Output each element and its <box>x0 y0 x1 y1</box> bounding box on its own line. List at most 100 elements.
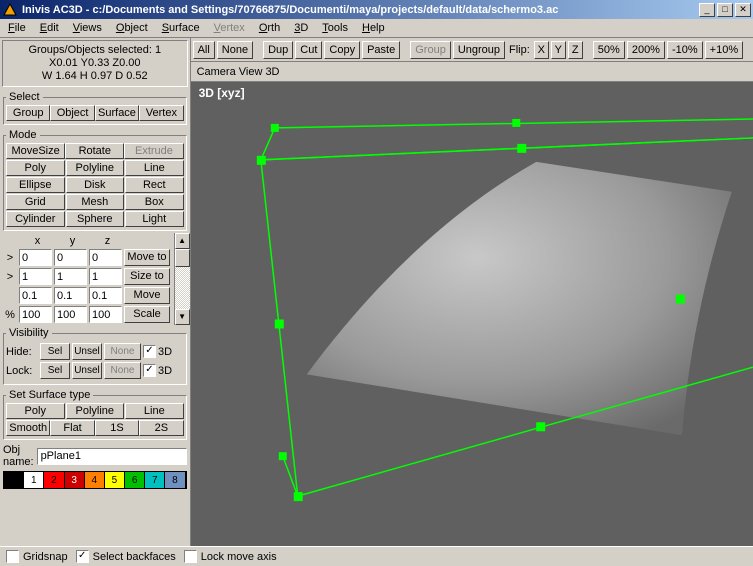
sst-smooth-button[interactable]: Smooth <box>6 420 50 436</box>
lockmove-toggle[interactable]: Lock move axis <box>184 550 277 563</box>
sst-2s-button[interactable]: 2S <box>139 420 183 436</box>
xyz-lead[interactable]: > <box>3 271 17 283</box>
backfaces-checkbox[interactable]: ✓ <box>76 550 89 563</box>
mesh-surface <box>306 162 731 435</box>
scroll-up-icon[interactable]: ▲ <box>175 233 190 249</box>
menu-orth[interactable]: Orth <box>253 21 286 35</box>
sst-polyline-button[interactable]: Polyline <box>66 403 125 419</box>
tb-cut-button[interactable]: Cut <box>295 41 322 59</box>
scroll-down-icon[interactable]: ▼ <box>175 309 190 325</box>
select-object-button[interactable]: Object <box>50 105 94 121</box>
lock-sel-button[interactable]: Sel <box>40 362 70 379</box>
xyz-input-3-0[interactable] <box>19 306 52 323</box>
xyz-input-0-2[interactable] <box>89 249 122 266</box>
xyz-input-2-1[interactable] <box>54 287 87 304</box>
sst-line-button[interactable]: Line <box>125 403 184 419</box>
close-button[interactable]: ✕ <box>735 3 751 17</box>
palette-color-5[interactable]: 5 <box>105 472 125 488</box>
palette-color-2[interactable]: 2 <box>44 472 64 488</box>
tool-disk-button[interactable]: Disk <box>66 177 125 193</box>
xyz-lead[interactable]: > <box>3 252 17 264</box>
scroll-track[interactable] <box>175 267 190 309</box>
xyz-input-2-0[interactable] <box>19 287 52 304</box>
move-button[interactable]: Move <box>124 287 170 304</box>
tb-flip-y-button[interactable]: Y <box>551 41 566 59</box>
xyz-input-3-1[interactable] <box>54 306 87 323</box>
tool-polyline-button[interactable]: Polyline <box>66 160 125 176</box>
tb-zoom-10-button[interactable]: +10% <box>705 41 743 59</box>
tb-copy-button[interactable]: Copy <box>324 41 360 59</box>
palette-color-3[interactable]: 3 <box>65 472 85 488</box>
size-to-button[interactable]: Size to <box>124 268 170 285</box>
tool-grid-button[interactable]: Grid <box>6 194 65 210</box>
tb-paste-button[interactable]: Paste <box>362 41 400 59</box>
hide-sel-button[interactable]: Sel <box>40 343 70 360</box>
backfaces-toggle[interactable]: ✓ Select backfaces <box>76 550 176 563</box>
objname-input[interactable] <box>37 448 187 465</box>
axis-y-header: y <box>56 235 89 247</box>
lock-unsel-button[interactable]: Unsel <box>72 362 102 379</box>
tb-select-all-button[interactable]: All <box>193 41 215 59</box>
tool-ellipse-button[interactable]: Ellipse <box>6 177 65 193</box>
select-vertex-button[interactable]: Vertex <box>139 105 183 121</box>
menu-3d[interactable]: 3D <box>288 21 314 35</box>
transform-scrollbar[interactable]: ▲ ▼ <box>174 233 190 325</box>
vis-3d-checkbox[interactable]: ✓ <box>143 345 156 358</box>
select-surface-button[interactable]: Surface <box>95 105 139 121</box>
tb-zoom-10-button[interactable]: -10% <box>667 41 703 59</box>
palette-color-8[interactable]: 8 <box>165 472 185 488</box>
xyz-input-2-2[interactable] <box>89 287 122 304</box>
tb-zoom-50-button[interactable]: 50% <box>593 41 625 59</box>
menu-file[interactable]: File <box>2 21 32 35</box>
menu-help[interactable]: Help <box>356 21 391 35</box>
xyz-input-1-1[interactable] <box>54 268 87 285</box>
tb-ungroup-button[interactable]: Ungroup <box>453 41 505 59</box>
tool-mesh-button[interactable]: Mesh <box>66 194 125 210</box>
menu-tools[interactable]: Tools <box>316 21 354 35</box>
tool-line-button[interactable]: Line <box>125 160 184 176</box>
sst-poly-button[interactable]: Poly <box>6 403 65 419</box>
tool-cylinder-button[interactable]: Cylinder <box>6 211 65 227</box>
gridsnap-toggle[interactable]: Gridsnap <box>6 550 68 563</box>
palette-color-0[interactable] <box>4 472 24 488</box>
palette-color-4[interactable]: 4 <box>85 472 105 488</box>
palette-color-6[interactable]: 6 <box>125 472 145 488</box>
mode-movesize-button[interactable]: MoveSize <box>6 143 65 159</box>
scroll-thumb[interactable] <box>175 249 190 267</box>
menu-edit[interactable]: Edit <box>34 21 65 35</box>
tool-sphere-button[interactable]: Sphere <box>66 211 125 227</box>
menu-surface[interactable]: Surface <box>156 21 206 35</box>
menu-views[interactable]: Views <box>67 21 108 35</box>
palette-color-1[interactable]: 1 <box>24 472 44 488</box>
tb-flip-z-button[interactable]: Z <box>568 41 583 59</box>
scale-button[interactable]: Scale <box>124 306 170 323</box>
tb-dup-button[interactable]: Dup <box>263 41 293 59</box>
tool-box-button[interactable]: Box <box>125 194 184 210</box>
xyz-input-0-1[interactable] <box>54 249 87 266</box>
transform-panel: xyz >Move to>Size toMove%Scale ▲ ▼ <box>0 233 190 325</box>
xyz-input-0-0[interactable] <box>19 249 52 266</box>
tool-poly-button[interactable]: Poly <box>6 160 65 176</box>
menu-object[interactable]: Object <box>110 21 154 35</box>
xyz-input-1-2[interactable] <box>89 268 122 285</box>
xyz-input-3-2[interactable] <box>89 306 122 323</box>
minimize-button[interactable]: _ <box>699 3 715 17</box>
tool-rect-button[interactable]: Rect <box>125 177 184 193</box>
tool-light-button[interactable]: Light <box>125 211 184 227</box>
palette-color-7[interactable]: 7 <box>145 472 165 488</box>
move-to-button[interactable]: Move to <box>124 249 170 266</box>
sst-1s-button[interactable]: 1S <box>95 420 139 436</box>
xyz-input-1-0[interactable] <box>19 268 52 285</box>
lockmove-checkbox[interactable] <box>184 550 197 563</box>
tb-flip-x-button[interactable]: X <box>534 41 549 59</box>
tb-select-none-button[interactable]: None <box>217 41 253 59</box>
select-group-button[interactable]: Group <box>6 105 50 121</box>
viewport-3d[interactable]: 3D [xyz] <box>191 82 753 546</box>
vis-3d-checkbox[interactable]: ✓ <box>143 364 156 377</box>
gridsnap-checkbox[interactable] <box>6 550 19 563</box>
hide-unsel-button[interactable]: Unsel <box>72 343 102 360</box>
mode-rotate-button[interactable]: Rotate <box>65 143 124 159</box>
maximize-button[interactable]: □ <box>717 3 733 17</box>
sst-flat-button[interactable]: Flat <box>50 420 94 436</box>
tb-zoom-200-button[interactable]: 200% <box>627 41 665 59</box>
